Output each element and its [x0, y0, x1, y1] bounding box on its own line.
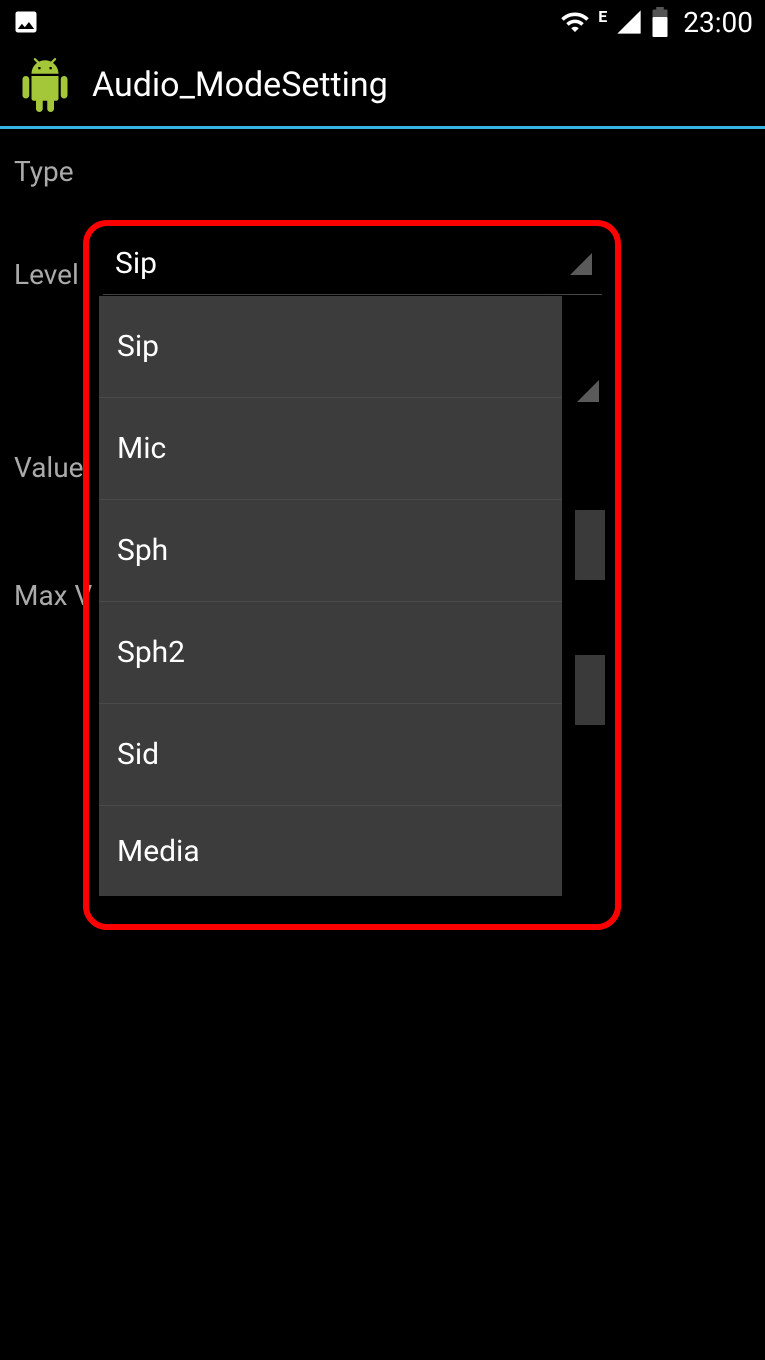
- wifi-icon: [560, 7, 590, 37]
- battery-icon: [651, 7, 669, 37]
- maxv-input-edge[interactable]: [575, 655, 605, 725]
- type-dropdown-list: Sip Mic Sph Sph2 Sid Media: [99, 296, 562, 896]
- value-input-edge[interactable]: [575, 510, 605, 580]
- type-label: Type: [14, 155, 751, 188]
- status-right: E 23:00: [560, 6, 753, 39]
- level-spinner-triangle[interactable]: [577, 380, 605, 408]
- dropdown-item-sph2[interactable]: Sph2: [99, 602, 562, 704]
- dropdown-item-sph[interactable]: Sph: [99, 500, 562, 602]
- clock: 23:00: [683, 6, 753, 39]
- chevron-down-icon: [570, 253, 592, 275]
- action-bar: Audio_ModeSetting: [0, 44, 765, 126]
- status-bar: E 23:00: [0, 0, 765, 44]
- type-spinner-selected: Sip: [115, 246, 157, 281]
- app-title: Audio_ModeSetting: [92, 65, 388, 105]
- dropdown-item-media[interactable]: Media: [99, 806, 562, 896]
- network-type-label: E: [598, 7, 607, 26]
- dropdown-item-mic[interactable]: Mic: [99, 398, 562, 500]
- signal-icon: [615, 8, 643, 36]
- android-icon: [18, 58, 72, 112]
- image-icon: [12, 8, 40, 36]
- type-spinner[interactable]: Sip: [103, 233, 602, 295]
- status-left: [12, 8, 40, 36]
- dropdown-item-sip[interactable]: Sip: [99, 296, 562, 398]
- dropdown-item-sid[interactable]: Sid: [99, 704, 562, 806]
